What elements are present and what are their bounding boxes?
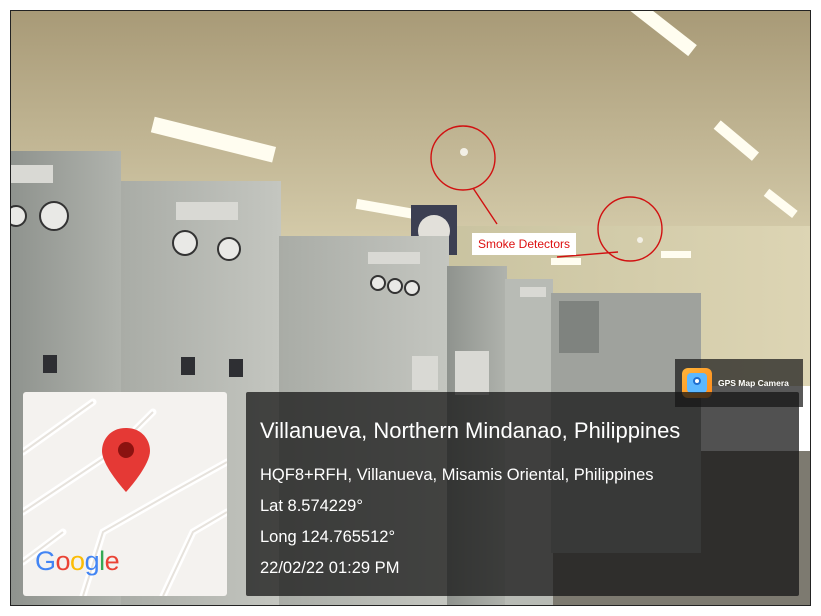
map-pin-icon <box>102 428 150 492</box>
google-logo-letter: e <box>104 546 120 576</box>
location-title: Villanueva, Northern Mindanao, Philippin… <box>260 418 681 443</box>
screenshot-frame: Smoke Detectors GPS Map Camera Google Vi… <box>0 0 821 616</box>
location-info-panel: Villanueva, Northern Mindanao, Philippin… <box>246 392 799 596</box>
longitude-text: Long 124.765512° <box>260 528 396 546</box>
map-thumbnail: Google <box>23 392 227 596</box>
google-logo-letter: G <box>35 546 56 576</box>
google-logo: Google <box>35 546 120 577</box>
google-logo-letter: g <box>84 546 100 576</box>
google-logo-letter: o <box>55 546 71 576</box>
latitude-text: Lat 8.574229° <box>260 497 363 515</box>
smoke-detectors-label: Smoke Detectors <box>472 233 577 255</box>
google-logo-letter: o <box>70 546 85 576</box>
gps-map-camera-label: GPS Map Camera <box>718 378 789 388</box>
address-text: HQF8+RFH, Villanueva, Misamis Oriental, … <box>260 466 654 484</box>
datetime-text: 22/02/22 01:29 PM <box>260 559 400 577</box>
